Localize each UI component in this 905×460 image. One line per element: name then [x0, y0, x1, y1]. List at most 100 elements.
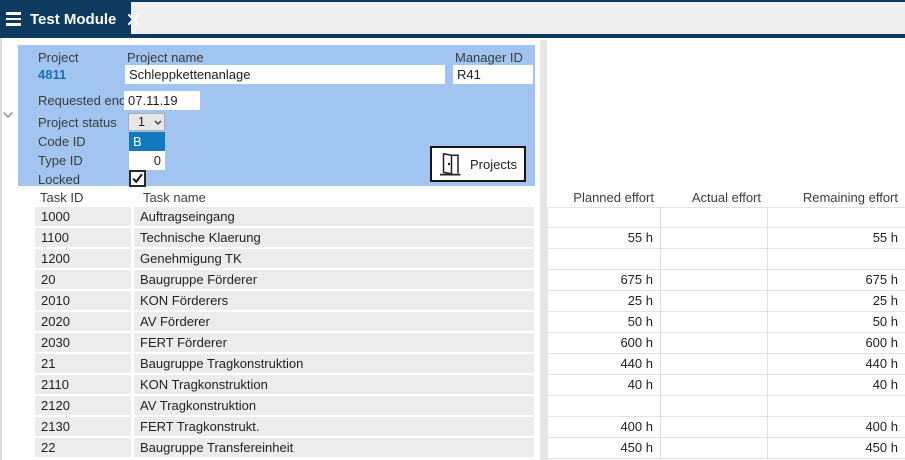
task-name-cell[interactable]: Baugruppe Tragkonstruktion: [134, 354, 534, 373]
task-effort-row: 40 h 40 h: [547, 375, 905, 396]
remaining-effort-cell[interactable]: [768, 396, 905, 417]
planned-effort-cell[interactable]: 25 h: [547, 291, 661, 312]
task-name-cell[interactable]: AV Tragkonstruktion: [134, 396, 534, 415]
planned-effort-cell[interactable]: 50 h: [547, 312, 661, 333]
task-row[interactable]: 2130FERT Tragkonstrukt.: [35, 417, 534, 436]
remaining-effort-cell[interactable]: 400 h: [768, 417, 905, 438]
planned-effort-cell[interactable]: [547, 249, 661, 270]
actual-effort-cell[interactable]: [661, 438, 768, 459]
actual-effort-cell[interactable]: [661, 312, 768, 333]
task-effort-row: [547, 396, 905, 417]
task-id-cell[interactable]: 2110: [35, 375, 131, 394]
requested-end-input[interactable]: [124, 91, 200, 110]
planned-effort-cell[interactable]: 55 h: [547, 228, 661, 249]
actual-effort-cell[interactable]: [661, 396, 768, 417]
remaining-effort-cell[interactable]: [768, 207, 905, 228]
actual-effort-cell[interactable]: [661, 333, 768, 354]
task-name-cell[interactable]: FERT Förderer: [134, 333, 534, 352]
task-id-cell[interactable]: 1100: [35, 228, 131, 247]
task-name-cell[interactable]: Baugruppe Transfereinheit: [134, 438, 534, 457]
column-header-task-id[interactable]: Task ID: [40, 190, 83, 205]
project-status-select[interactable]: 1: [128, 113, 165, 131]
column-header-task-name[interactable]: Task name: [143, 190, 206, 205]
remaining-effort-cell[interactable]: 600 h: [768, 333, 905, 354]
task-name-cell[interactable]: AV Förderer: [134, 312, 534, 331]
remaining-effort-cell[interactable]: 25 h: [768, 291, 905, 312]
column-header-actual-effort[interactable]: Actual effort: [661, 190, 768, 205]
task-row[interactable]: 21Baugruppe Tragkonstruktion: [35, 354, 534, 373]
task-row[interactable]: 1000Auftragseingang: [35, 207, 534, 226]
hamburger-icon[interactable]: [6, 12, 21, 25]
task-id-cell[interactable]: 2010: [35, 291, 131, 310]
actual-effort-cell[interactable]: [661, 375, 768, 396]
task-effort-row: [547, 249, 905, 270]
planned-effort-cell[interactable]: 400 h: [547, 417, 661, 438]
task-name-cell[interactable]: Technische Klaerung: [134, 228, 534, 247]
app-window: Test Module Project Project name Manager…: [0, 0, 905, 460]
task-row[interactable]: 1200Genehmigung TK: [35, 249, 534, 268]
planned-effort-cell[interactable]: [547, 396, 661, 417]
remaining-effort-cell[interactable]: 40 h: [768, 375, 905, 396]
task-name-cell[interactable]: KON Tragkonstruktion: [134, 375, 534, 394]
remaining-effort-cell[interactable]: 55 h: [768, 228, 905, 249]
task-name-cell[interactable]: Genehmigung TK: [134, 249, 534, 268]
task-name-cell[interactable]: KON Förderers: [134, 291, 534, 310]
pane-splitter[interactable]: [540, 40, 547, 460]
project-name-input[interactable]: [125, 65, 445, 84]
locked-checkbox[interactable]: [129, 170, 146, 187]
task-row[interactable]: 2020AV Förderer: [35, 312, 534, 331]
planned-effort-cell[interactable]: 675 h: [547, 270, 661, 291]
type-id-input[interactable]: [129, 151, 165, 170]
task-row[interactable]: 2030FERT Förderer: [35, 333, 534, 352]
task-effort-row: 450 h 450 h: [547, 438, 905, 459]
column-header-planned-effort[interactable]: Planned effort: [547, 190, 661, 205]
task-id-cell[interactable]: 22: [35, 438, 131, 457]
remaining-effort-cell[interactable]: 450 h: [768, 438, 905, 459]
planned-effort-cell[interactable]: 450 h: [547, 438, 661, 459]
task-id-cell[interactable]: 1200: [35, 249, 131, 268]
project-status-value: 1: [129, 114, 154, 130]
actual-effort-cell[interactable]: [661, 228, 768, 249]
tab-test-module[interactable]: Test Module: [0, 0, 131, 38]
task-id-cell[interactable]: 2030: [35, 333, 131, 352]
task-row[interactable]: 2120AV Tragkonstruktion: [35, 396, 534, 415]
task-row[interactable]: 20Baugruppe Förderer: [35, 270, 534, 289]
projects-button[interactable]: Projects: [430, 146, 526, 182]
planned-effort-cell[interactable]: 440 h: [547, 354, 661, 375]
actual-effort-cell[interactable]: [661, 291, 768, 312]
remaining-effort-cell[interactable]: 440 h: [768, 354, 905, 375]
actual-effort-cell[interactable]: [661, 207, 768, 228]
project-form-panel: Project Project name Manager ID 4811 Req…: [18, 45, 535, 186]
task-id-cell[interactable]: 2130: [35, 417, 131, 436]
task-row[interactable]: 22Baugruppe Transfereinheit: [35, 438, 534, 457]
project-status-label: Project status: [38, 115, 117, 130]
remaining-effort-cell[interactable]: 675 h: [768, 270, 905, 291]
actual-effort-cell[interactable]: [661, 270, 768, 291]
task-id-cell[interactable]: 20: [35, 270, 131, 289]
code-id-input[interactable]: B: [129, 132, 165, 151]
planned-effort-cell[interactable]: 600 h: [547, 333, 661, 354]
remaining-effort-cell[interactable]: 50 h: [768, 312, 905, 333]
task-row[interactable]: 2110KON Tragkonstruktion: [35, 375, 534, 394]
task-name-cell[interactable]: Auftragseingang: [134, 207, 534, 226]
close-icon[interactable]: [127, 13, 140, 26]
requested-end-label: Requested end: [38, 93, 126, 108]
project-number-value[interactable]: 4811: [38, 67, 66, 82]
task-name-cell[interactable]: Baugruppe Förderer: [134, 270, 534, 289]
task-row[interactable]: 2010KON Förderers: [35, 291, 534, 310]
actual-effort-cell[interactable]: [661, 417, 768, 438]
task-row[interactable]: 1100Technische Klaerung: [35, 228, 534, 247]
task-id-cell[interactable]: 2020: [35, 312, 131, 331]
actual-effort-cell[interactable]: [661, 249, 768, 270]
chevron-down-icon[interactable]: [2, 106, 14, 124]
planned-effort-cell[interactable]: [547, 207, 661, 228]
actual-effort-cell[interactable]: [661, 354, 768, 375]
task-name-cell[interactable]: FERT Tragkonstrukt.: [134, 417, 534, 436]
planned-effort-cell[interactable]: 40 h: [547, 375, 661, 396]
task-id-cell[interactable]: 2120: [35, 396, 131, 415]
task-id-cell[interactable]: 1000: [35, 207, 131, 226]
column-header-remaining-effort[interactable]: Remaining effort: [768, 190, 905, 205]
remaining-effort-cell[interactable]: [768, 249, 905, 270]
manager-id-input[interactable]: [453, 65, 533, 84]
task-id-cell[interactable]: 21: [35, 354, 131, 373]
